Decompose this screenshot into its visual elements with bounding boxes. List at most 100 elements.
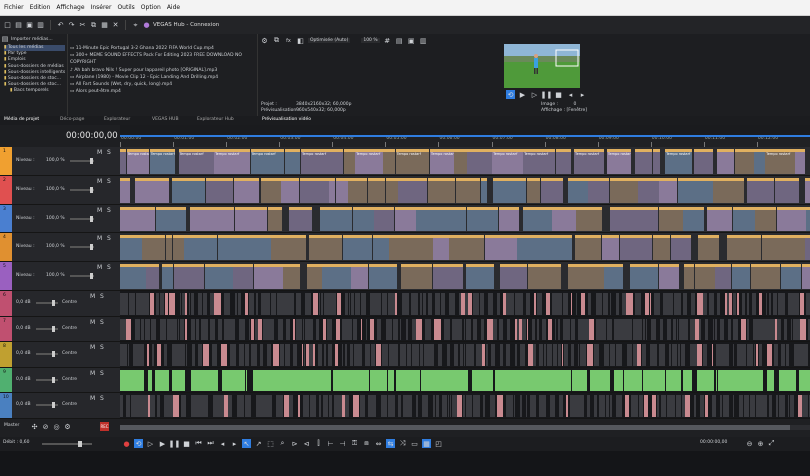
audio-clip[interactable]: [120, 344, 127, 366]
audio-clip[interactable]: [515, 369, 529, 392]
audio-clip[interactable]: [315, 318, 320, 341]
audio-clip[interactable]: [333, 395, 340, 417]
audio-clip[interactable]: [360, 293, 367, 315]
audio-clip[interactable]: [550, 395, 556, 417]
audio-clip[interactable]: [224, 395, 228, 417]
audio-clip[interactable]: [747, 293, 750, 315]
audio-clip[interactable]: [802, 395, 807, 417]
audio-clip[interactable]: [179, 318, 185, 341]
audio-clip[interactable]: [651, 318, 656, 341]
audio-clip[interactable]: [277, 318, 283, 341]
audio-clip[interactable]: [760, 318, 766, 341]
video-clip[interactable]: [173, 264, 205, 289]
audio-clip[interactable]: [149, 293, 154, 315]
audio-clip[interactable]: [305, 293, 311, 315]
audio-clip[interactable]: [570, 395, 577, 417]
audio-clip[interactable]: [435, 395, 440, 417]
video-clip[interactable]: [694, 264, 715, 289]
audio-clip[interactable]: [253, 369, 276, 392]
video-clip[interactable]: [774, 177, 800, 203]
audio-clip[interactable]: [539, 344, 544, 366]
audio-clip[interactable]: [587, 395, 590, 417]
video-clip[interactable]: [400, 264, 433, 289]
solo-button[interactable]: S: [107, 235, 111, 242]
video-clip[interactable]: [658, 206, 683, 232]
grid-icon[interactable]: #: [383, 36, 392, 45]
audio-clip[interactable]: [416, 318, 423, 341]
audio-clip[interactable]: [443, 318, 450, 341]
audio-clip[interactable]: [593, 395, 597, 417]
audio-clip[interactable]: [732, 293, 737, 315]
audio-clip[interactable]: [557, 344, 562, 366]
audio-clip[interactable]: [498, 318, 504, 341]
mute-button[interactable]: M: [97, 264, 102, 271]
audio-clip[interactable]: [388, 344, 393, 366]
audio-clip[interactable]: [164, 293, 169, 315]
video-clip[interactable]: [683, 206, 704, 232]
audio-clip[interactable]: [309, 395, 316, 417]
master-solo-icon[interactable]: ◎: [52, 422, 61, 431]
play-icon[interactable]: ▶: [158, 439, 167, 448]
audio-clip[interactable]: [606, 318, 612, 341]
solo-button[interactable]: S: [100, 370, 104, 377]
audio-clip[interactable]: [126, 318, 131, 341]
volume-value[interactable]: 0,0 dB: [16, 402, 31, 407]
audio-clip[interactable]: [602, 318, 607, 341]
audio-clip[interactable]: [768, 395, 772, 417]
audio-clip[interactable]: [778, 369, 796, 392]
audio-clip[interactable]: [519, 395, 522, 417]
video-clip[interactable]: [342, 235, 373, 261]
audio-clip[interactable]: [641, 344, 646, 366]
stop-icon[interactable]: ■: [554, 90, 563, 99]
pan-value[interactable]: Centre: [62, 402, 77, 407]
level-slider[interactable]: [70, 244, 94, 251]
paste-icon[interactable]: ▦: [100, 21, 109, 30]
audio-clip[interactable]: [671, 344, 678, 366]
video-clip[interactable]: [549, 235, 572, 261]
audio-clip[interactable]: [570, 293, 573, 315]
audio-clip[interactable]: [269, 318, 274, 341]
video-clip[interactable]: Tempo rostarf: [523, 149, 556, 174]
audio-clip[interactable]: [506, 293, 513, 315]
zoom-dropdown[interactable]: 100 %: [361, 38, 380, 43]
audio-clip[interactable]: [773, 344, 779, 366]
video-clip[interactable]: [389, 235, 415, 261]
audio-clip[interactable]: [168, 293, 176, 315]
audio-clip[interactable]: [398, 395, 401, 417]
solo-button[interactable]: S: [107, 178, 111, 185]
volume-value[interactable]: 0,0 dB: [16, 326, 31, 331]
audio-clip[interactable]: [195, 318, 200, 341]
video-track-header[interactable]: 5 Niveau : 100,0 % M S: [0, 262, 120, 291]
video-clip[interactable]: [609, 177, 638, 203]
audio-clip[interactable]: [609, 344, 616, 366]
video-clip[interactable]: [750, 264, 781, 289]
video-clip[interactable]: [731, 264, 751, 289]
audio-clip[interactable]: [788, 293, 794, 315]
video-clip[interactable]: [267, 206, 282, 232]
audio-clip[interactable]: [270, 293, 277, 315]
audio-clip[interactable]: [150, 318, 156, 341]
video-clip[interactable]: [234, 206, 268, 232]
audio-clip[interactable]: [762, 395, 767, 417]
audio-clip[interactable]: [465, 318, 471, 341]
audio-clip[interactable]: [546, 293, 550, 315]
master-settings-icon[interactable]: ⚙: [63, 422, 72, 431]
volume-value[interactable]: 0,0 dB: [16, 377, 31, 382]
audio-clip[interactable]: [157, 395, 161, 417]
loop-playback-icon[interactable]: ⟲: [134, 439, 143, 448]
audio-clip[interactable]: [144, 318, 151, 341]
audio-clip[interactable]: [125, 293, 128, 315]
audio-clip[interactable]: [595, 318, 602, 341]
video-clip[interactable]: [335, 177, 348, 203]
audio-clip[interactable]: [381, 293, 388, 315]
audio-clip[interactable]: [120, 369, 133, 392]
audio-clip[interactable]: [411, 293, 419, 315]
pan-value[interactable]: Centre: [62, 300, 77, 305]
audio-clip[interactable]: [683, 293, 687, 315]
audio-clip[interactable]: [201, 318, 209, 341]
audio-clip[interactable]: [496, 293, 500, 315]
audio-clip[interactable]: [747, 344, 754, 366]
audio-clip[interactable]: [563, 344, 568, 366]
audio-clip[interactable]: [513, 395, 516, 417]
video-clip[interactable]: [694, 149, 714, 174]
